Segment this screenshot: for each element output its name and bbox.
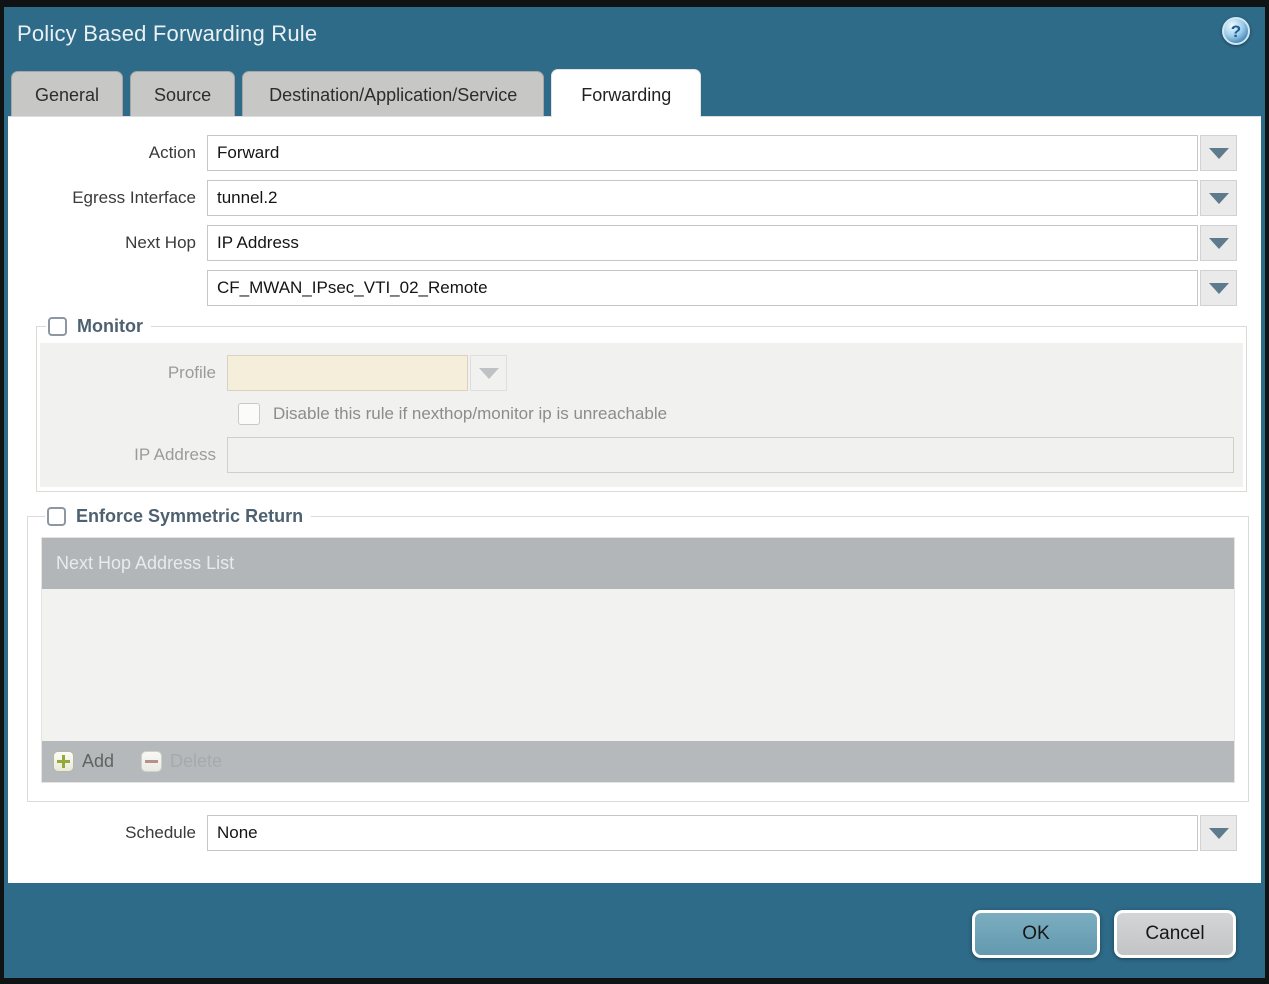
add-button[interactable]: Add (53, 751, 114, 772)
chevron-down-icon (1208, 147, 1229, 159)
symmetric-return-legend-label: Enforce Symmetric Return (76, 506, 304, 526)
help-icon: ? (1230, 21, 1242, 41)
profile-label: Profile (167, 363, 216, 382)
dialog-title: Policy Based Forwarding Rule (17, 21, 318, 46)
chevron-down-icon (1208, 237, 1229, 249)
symmetric-return-legend: Enforce Symmetric Return (45, 506, 311, 527)
egress-interface-combo (207, 180, 1237, 216)
monitor-legend-label: Monitor (77, 316, 143, 336)
monitor-group: Monitor Profile Disable this rule if nex… (36, 316, 1247, 492)
delete-button: Delete (141, 751, 222, 772)
monitor-ip-address-row: IP Address (44, 437, 1239, 473)
tab-source[interactable]: Source (130, 71, 236, 116)
policy-based-forwarding-dialog: Policy Based Forwarding Rule ? General S… (4, 7, 1265, 978)
add-button-label: Add (82, 751, 115, 771)
monitor-checkbox[interactable] (48, 317, 67, 336)
next-hop-address-combo (207, 270, 1237, 306)
tab-destination-application-service[interactable]: Destination/Application/Service (242, 71, 545, 116)
monitor-panel: Profile Disable this rule if nexthop/mon… (40, 343, 1243, 487)
help-button[interactable]: ? (1222, 17, 1250, 45)
dialog-button-bar: OK Cancel (972, 910, 1236, 958)
next-hop-input[interactable] (207, 225, 1198, 261)
minus-icon (141, 751, 163, 772)
disable-rule-row: Disable this rule if nexthop/monitor ip … (238, 403, 1239, 425)
profile-dropdown-button (470, 355, 507, 391)
profile-input (227, 355, 468, 391)
plus-icon (53, 751, 74, 772)
chevron-down-icon (478, 367, 499, 379)
profile-combo (227, 355, 1235, 391)
table-toolbar: Add Delete (42, 741, 1234, 782)
symmetric-return-checkbox[interactable] (47, 507, 66, 526)
next-hop-row: Next Hop (8, 225, 1261, 261)
tab-general[interactable]: General (11, 71, 124, 116)
monitor-ip-address-input (227, 437, 1234, 473)
action-combo (207, 135, 1237, 171)
action-label: Action (148, 143, 196, 162)
egress-interface-row: Egress Interface (8, 180, 1261, 216)
tab-bar: General Source Destination/Application/S… (4, 61, 1265, 117)
schedule-combo (207, 815, 1237, 851)
next-hop-address-dropdown-button[interactable] (1200, 270, 1237, 306)
monitor-legend: Monitor (46, 316, 151, 337)
ok-button[interactable]: OK (972, 910, 1100, 958)
schedule-row: Schedule (8, 815, 1261, 851)
tab-forwarding[interactable]: Forwarding (551, 69, 702, 117)
dialog-titlebar: Policy Based Forwarding Rule (4, 7, 1265, 61)
cancel-button[interactable]: Cancel (1114, 910, 1236, 958)
schedule-label: Schedule (125, 823, 196, 842)
profile-row: Profile (44, 355, 1239, 391)
chevron-down-icon (1208, 192, 1229, 204)
chevron-down-icon (1208, 282, 1229, 294)
next-hop-address-list-table: Next Hop Address List Add Delete (41, 537, 1235, 783)
egress-interface-dropdown-button[interactable] (1200, 180, 1237, 216)
next-hop-label: Next Hop (125, 233, 196, 252)
next-hop-address-input[interactable] (207, 270, 1198, 306)
table-body (42, 589, 1234, 741)
egress-interface-input[interactable] (207, 180, 1198, 216)
disable-rule-checkbox (238, 403, 260, 425)
window-frame: Policy Based Forwarding Rule ? General S… (0, 0, 1269, 984)
symmetric-return-group: Enforce Symmetric Return Next Hop Addres… (27, 506, 1249, 802)
disable-rule-label: Disable this rule if nexthop/monitor ip … (273, 404, 668, 423)
chevron-down-icon (1208, 827, 1229, 839)
schedule-dropdown-button[interactable] (1200, 815, 1237, 851)
next-hop-combo (207, 225, 1237, 261)
action-input[interactable] (207, 135, 1198, 171)
schedule-input[interactable] (207, 815, 1198, 851)
delete-button-label: Delete (170, 751, 223, 771)
forwarding-tab-panel: Action Egress Interface Ne (8, 116, 1261, 883)
action-row: Action (8, 135, 1261, 171)
monitor-ip-address-label: IP Address (134, 445, 216, 464)
egress-interface-label: Egress Interface (72, 188, 196, 207)
table-header: Next Hop Address List (42, 538, 1234, 589)
next-hop-dropdown-button[interactable] (1200, 225, 1237, 261)
action-dropdown-button[interactable] (1200, 135, 1237, 171)
next-hop-address-row (8, 270, 1261, 306)
